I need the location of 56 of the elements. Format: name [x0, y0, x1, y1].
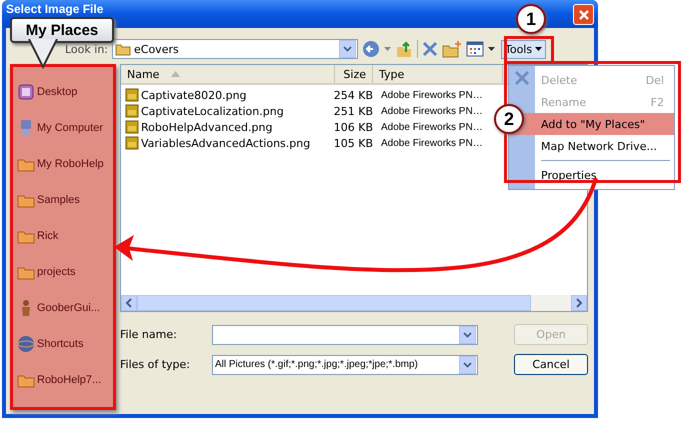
place-item[interactable]: My RoboHelp — [13, 147, 113, 181]
column-header[interactable]: Type — [373, 65, 503, 83]
place-item[interactable]: GooberGui... — [13, 291, 113, 325]
file-name-label: File name: — [120, 328, 178, 341]
column-header[interactable]: Name — [121, 65, 335, 83]
close-button[interactable] — [573, 4, 594, 25]
file-name-cell[interactable]: RoboHelpAdvanced.png — [141, 120, 272, 134]
file-type-cell-text: Adobe Fireworks PN… — [380, 138, 484, 148]
place-item[interactable]: RoboHelp7... — [13, 363, 113, 397]
file-name-cell[interactable]: CaptivateLocalization.png — [141, 104, 284, 118]
back-icon[interactable] — [362, 40, 380, 58]
file-size-cell: 254 KB — [335, 88, 373, 102]
image-file-icon — [125, 88, 139, 102]
file-name-cell[interactable]: Captivate8020.png — [141, 88, 247, 102]
file-type-cell-text: Adobe Fireworks PN… — [380, 122, 484, 132]
cancel-button[interactable]: Cancel — [514, 354, 588, 375]
folder-icon — [115, 42, 131, 56]
image-file-icon — [125, 120, 139, 134]
scroll-left-icon[interactable] — [121, 295, 137, 311]
desktop-icon — [17, 83, 35, 101]
caret-icon[interactable] — [488, 47, 495, 51]
close-icon — [578, 8, 590, 20]
delete-icon — [514, 70, 530, 86]
folder-up-icon[interactable] — [395, 40, 413, 58]
file-name-cell[interactable]: VariablesAdvancedActions.png — [141, 136, 310, 150]
place-item[interactable]: Rick — [13, 219, 113, 253]
place-item[interactable]: projects — [13, 255, 113, 289]
file-type-dropdown[interactable]: All Pictures (*.gif;*.png;*.jpg;*.jpeg;*jpe;*.bmp) — [212, 354, 478, 374]
menu-item[interactable]: Properties — [509, 164, 674, 186]
column-header[interactable]: Size — [335, 65, 373, 83]
menu-item[interactable]: Map Network Drive... — [509, 135, 674, 157]
place-item[interactable]: My Computer — [13, 111, 113, 145]
place-item[interactable]: Shortcuts — [13, 327, 113, 361]
file-size-cell: 106 KB — [335, 120, 373, 134]
views-icon[interactable] — [466, 41, 484, 57]
file-size-cell: 251 KB — [335, 104, 373, 118]
file-type-cell-text: Adobe Fireworks PN… — [380, 106, 484, 116]
caret-icon — [535, 47, 542, 51]
image-file-icon — [125, 136, 139, 150]
file-name-field[interactable] — [212, 324, 478, 344]
scroll-right-icon[interactable] — [571, 295, 587, 311]
file-type-label: Files of type: — [120, 358, 192, 371]
callout-text: My Places — [26, 22, 98, 38]
look-in-dropdown[interactable]: eCovers — [112, 39, 358, 59]
tools-menu-button[interactable]: Tools — [501, 40, 546, 58]
file-size-cell: 105 KB — [335, 136, 373, 150]
image-file-icon — [125, 104, 139, 118]
globe-icon — [17, 335, 35, 353]
look-in-label: Look in: — [64, 42, 108, 56]
horizontal-scrollbar[interactable] — [121, 295, 587, 311]
place-item[interactable]: Samples — [13, 183, 113, 217]
window-title: Select Image File — [6, 2, 104, 16]
place-item[interactable]: Desktop — [13, 75, 113, 109]
new-folder-icon[interactable] — [442, 40, 462, 58]
file-type-cell-text: Adobe Fireworks PN… — [380, 90, 484, 100]
delete-icon[interactable] — [422, 41, 438, 57]
